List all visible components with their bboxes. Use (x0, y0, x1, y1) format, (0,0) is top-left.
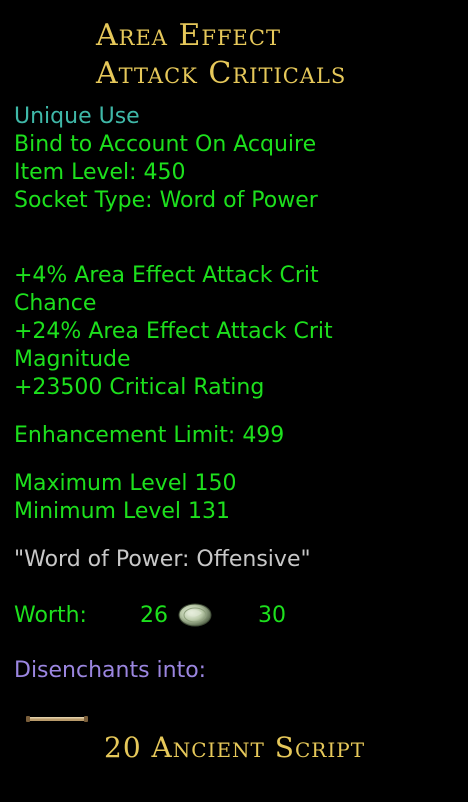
worth-gold: 26 (140, 603, 168, 628)
flavor-text: "Word of Power: Offensive" (14, 547, 311, 572)
item-tooltip: Area Effect Attack Criticals Unique Use … (0, 0, 468, 802)
stat-line: Magnitude (14, 347, 131, 372)
maximum-level: Maximum Level 150 (14, 471, 237, 496)
disenchant-result: 20 Ancient Script (104, 731, 366, 764)
stat-line: +4% Area Effect Attack Crit (14, 263, 319, 288)
stat-line: +23500 Critical Rating (14, 375, 265, 400)
ancient-script-icon (26, 716, 88, 722)
enhancement-limit: Enhancement Limit: 499 (14, 423, 285, 448)
socket-type: Socket Type: Word of Power (14, 188, 318, 213)
worth-silver: 30 (258, 603, 286, 628)
stat-line: +24% Area Effect Attack Crit (14, 319, 333, 344)
use-label: Unique Use (14, 104, 140, 129)
worth-label: Worth: (14, 603, 87, 628)
bind-label: Bind to Account On Acquire (14, 132, 317, 157)
disenchant-label: Disenchants into: (14, 658, 207, 683)
stat-line: Chance (14, 291, 97, 316)
item-level: Item Level: 450 (14, 160, 186, 185)
item-title-line2: Attack Criticals (96, 56, 347, 91)
minimum-level: Minimum Level 131 (14, 499, 231, 524)
silver-coin-icon (178, 603, 212, 627)
item-title-line1: Area Effect (96, 18, 281, 53)
